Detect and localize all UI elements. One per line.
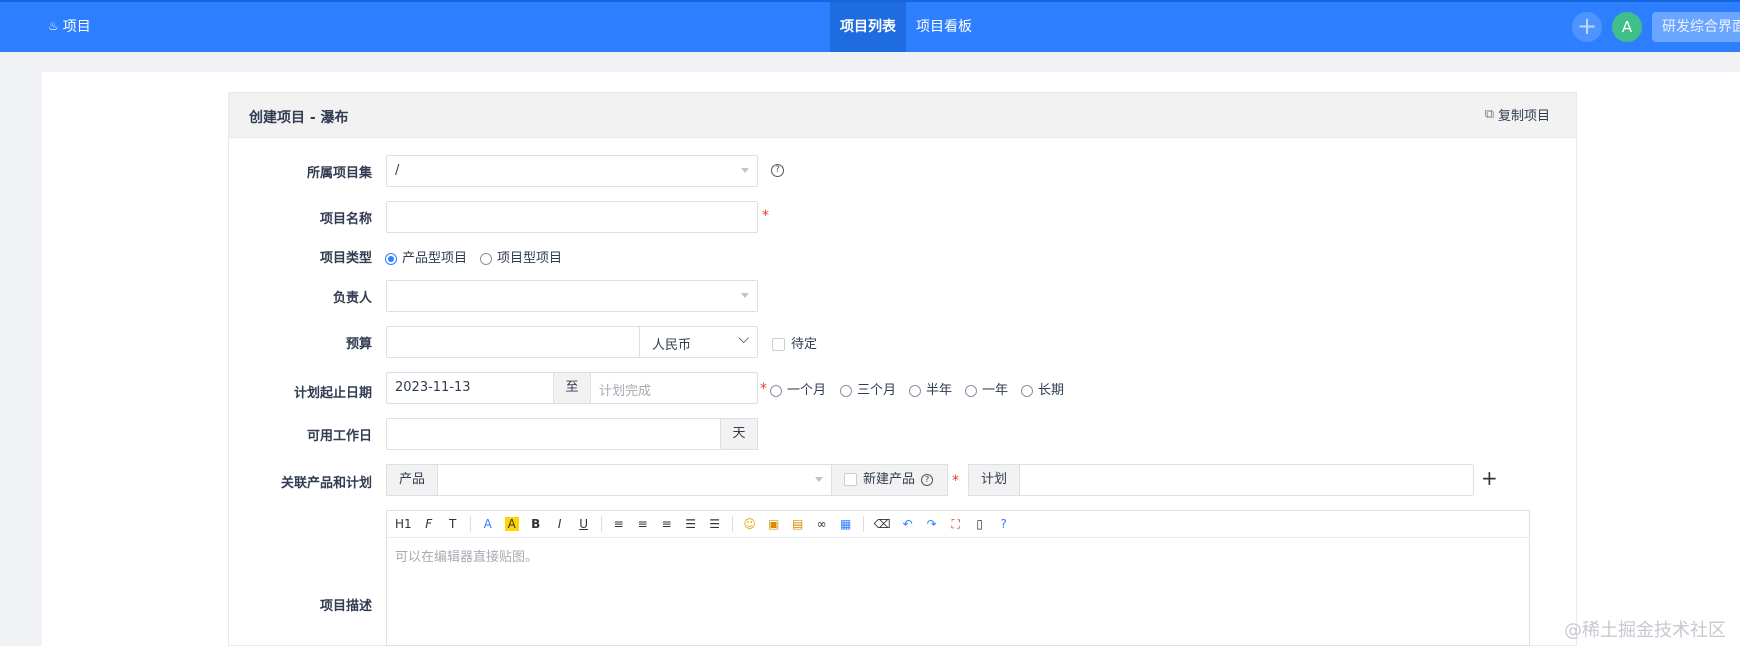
app-brand[interactable]: ♨ 项目 [48,16,91,36]
budget-input[interactable] [386,326,640,358]
begin-date-input[interactable]: 2023-11-13 [386,372,554,404]
workdays-label: 可用工作日 [306,429,372,444]
new-product-checkbox[interactable]: 新建产品 ? [831,464,948,496]
source-icon[interactable]: ▯ [973,517,987,531]
chevron-down-icon [815,477,823,482]
type-option-product[interactable]: 产品型项目 [385,247,467,266]
budget-label: 预算 [345,337,372,352]
chevron-down-icon [741,168,749,173]
workdays-input[interactable] [386,418,721,450]
ordered-list-icon[interactable]: ☰ [684,517,698,531]
watermark: @稀土掘金技术社区 [1564,620,1726,641]
end-date-placeholder: 计划完成 [599,384,652,399]
required-mark: * [760,381,767,397]
undo-icon[interactable]: ↶ [901,517,915,531]
help-icon[interactable]: ? [997,517,1011,531]
date-to-addon: 至 [553,372,591,404]
project-icon: ♨ [48,19,59,33]
eraser-icon[interactable]: ⌫ [874,517,891,531]
description-label: 项目描述 [319,599,372,614]
font-family-button[interactable]: F [422,517,436,531]
date-quick-3months[interactable]: 三个月 [840,379,896,398]
product-addon: 产品 [386,464,438,496]
copy-icon: ⧉ [1484,107,1494,122]
date-quick-1year[interactable]: 一年 [965,379,1008,398]
link-icon[interactable]: ∞ [815,517,829,531]
program-value: / [395,163,400,178]
currency-value: 人民币 [652,338,692,353]
code-icon[interactable]: ▤ [791,517,805,531]
underline-button[interactable]: U [577,517,591,531]
tab-project-kanban[interactable]: 项目看板 [906,2,982,52]
create-plus-icon[interactable]: + [1572,12,1602,42]
product-plan-label: 关联产品和计划 [280,476,372,491]
table-icon[interactable]: ▦ [839,517,853,531]
align-center-icon[interactable]: ≡ [636,517,650,531]
owner-label: 负责人 [332,291,372,306]
highlight-color-button[interactable]: A [504,517,519,531]
unordered-list-icon[interactable]: ☰ [708,517,722,531]
name-label: 项目名称 [319,212,372,227]
type-label: 项目类型 [319,251,372,266]
copy-project-label: 复制项目 [1497,109,1550,124]
emoji-icon[interactable]: ☺ [743,517,757,531]
date-quick-halfyear[interactable]: 半年 [909,379,952,398]
end-date-input[interactable]: 计划完成 [590,372,758,404]
panel-title: 创建项目 - 瀑布 [249,110,349,126]
checkbox [772,338,785,351]
chevron-down-icon [741,293,749,298]
radio-checked [385,252,397,265]
align-left-icon[interactable]: ≡ [612,517,626,531]
program-label: 所属项目集 [306,166,372,181]
italic-button[interactable]: I [553,517,567,531]
currency-select[interactable]: 人民币 ⌵ [639,326,758,358]
required-mark: * [952,473,959,489]
top-navbar: ♨ 项目 项目列表 项目看板 + A 研发综合界面 [0,0,1740,52]
workdays-unit-addon: 天 [720,418,758,450]
plan-select[interactable] [1019,464,1474,496]
copy-project-button[interactable]: ⧉ 复制项目 [1485,105,1550,124]
product-switch-button[interactable]: 研发综合界面 [1652,12,1740,42]
checkbox [844,473,857,486]
help-icon[interactable]: ? [771,164,784,177]
bold-button[interactable]: B [529,517,543,531]
chevron-down-icon: ⌵ [738,331,749,347]
editor-placeholder: 可以在编辑器直接贴图。 [395,550,539,565]
plan-addon: 计划 [968,464,1020,496]
description-editor[interactable]: 可以在编辑器直接贴图。 [386,538,1530,646]
date-quick-1month[interactable]: 一个月 [770,379,826,398]
avatar[interactable]: A [1612,12,1642,42]
add-row-plus-icon[interactable]: + [1481,466,1498,490]
help-icon[interactable]: ? [921,473,934,486]
editor-toolbar: H1 F T A A B I U ≡ ≡ ≡ ☰ ☰ ☺ ▣ ▤ ∞ ▦ ⌫ ↶… [386,510,1530,538]
tab-project-list[interactable]: 项目列表 [830,2,906,52]
begin-date-value: 2023-11-13 [395,380,471,395]
image-icon[interactable]: ▣ [767,517,781,531]
panel-header: 创建项目 - 瀑布 ⧉ 复制项目 [229,93,1576,138]
product-select[interactable] [437,464,832,496]
project-name-input[interactable] [386,201,758,233]
type-option-project[interactable]: 项目型项目 [480,247,562,266]
date-quick-longterm[interactable]: 长期 [1021,379,1064,398]
brand-label: 项目 [62,19,91,35]
heading-button[interactable]: H1 [395,517,412,531]
required-mark: * [762,208,769,224]
font-color-button[interactable]: A [481,517,495,531]
main-nav: 项目列表 项目看板 [830,2,982,52]
budget-tbd-checkbox[interactable]: 待定 [772,333,817,352]
owner-select[interactable] [386,280,758,312]
redo-icon[interactable]: ↷ [925,517,939,531]
font-size-button[interactable]: T [446,517,460,531]
date-label: 计划起止日期 [293,386,372,401]
program-select[interactable]: / [386,155,758,187]
align-right-icon[interactable]: ≡ [660,517,674,531]
radio-unchecked [480,252,492,265]
fullscreen-icon[interactable]: ⛶ [949,517,963,532]
